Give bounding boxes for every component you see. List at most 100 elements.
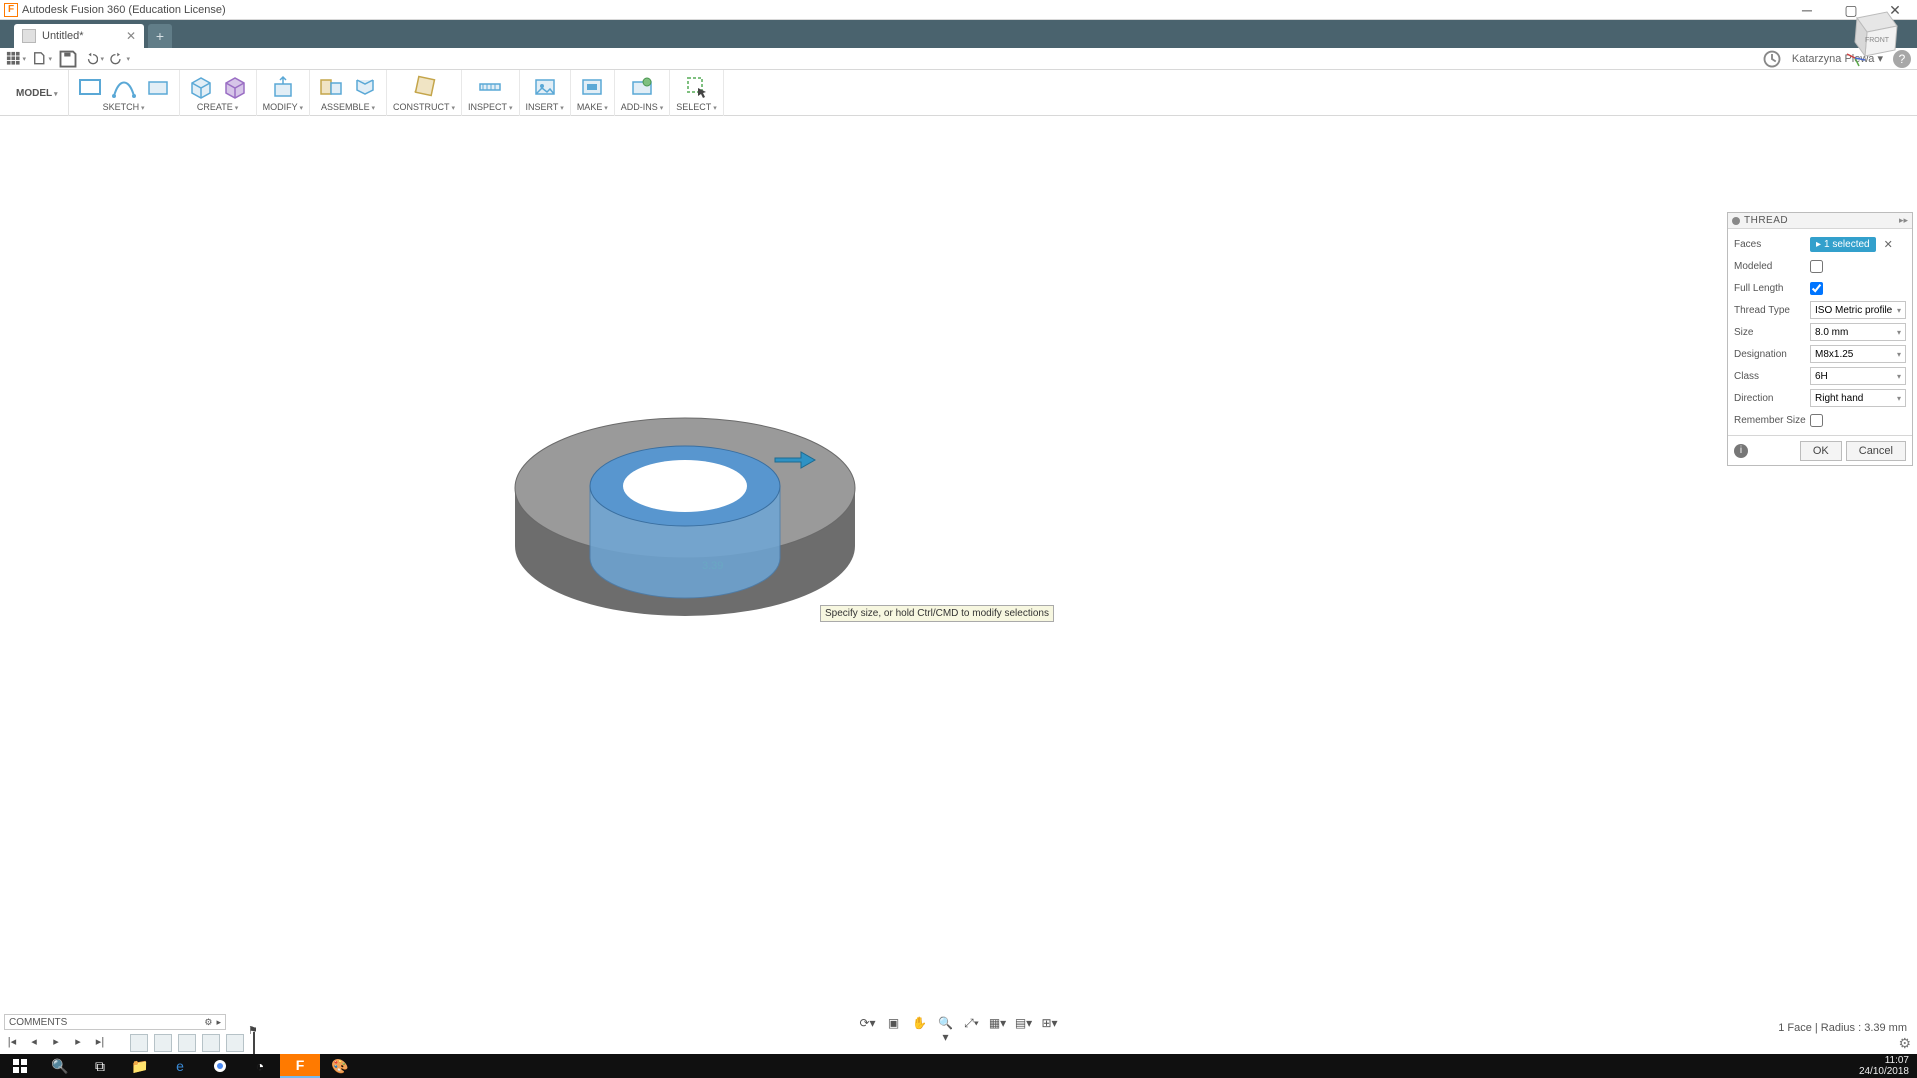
- modeled-checkbox[interactable]: [1810, 260, 1823, 273]
- ribbon-group-modify[interactable]: MODIFY: [257, 70, 310, 116]
- file-menu-button[interactable]: [32, 50, 52, 68]
- ribbon-group-addins[interactable]: ADD-INS: [615, 70, 670, 116]
- timeline-start-button[interactable]: |◂: [4, 1035, 20, 1051]
- grid-button[interactable]: ▤▾: [1014, 1016, 1034, 1034]
- dimension-label: 3.39: [702, 560, 723, 572]
- job-status-icon[interactable]: [1762, 50, 1782, 68]
- row-thread-type: Thread Type ISO Metric profile: [1734, 299, 1906, 321]
- workspace-switcher[interactable]: MODEL: [6, 70, 69, 116]
- pan-button[interactable]: ✋: [910, 1016, 930, 1034]
- assemble-joint-icon[interactable]: [350, 73, 380, 101]
- full-length-checkbox[interactable]: [1810, 282, 1823, 295]
- timeline-settings-icon[interactable]: ⚙: [1898, 1035, 1911, 1052]
- create-extrude-icon[interactable]: [220, 73, 250, 101]
- modify-presspull-icon[interactable]: [268, 73, 298, 101]
- save-button[interactable]: [58, 50, 78, 68]
- ribbon-group-make[interactable]: MAKE: [571, 70, 615, 116]
- orbit-button[interactable]: ⟳▾: [858, 1016, 878, 1034]
- timeline-play-button[interactable]: ▸: [48, 1035, 64, 1051]
- select-window-icon[interactable]: [682, 73, 712, 101]
- system-tray[interactable]: 11:07 24/10/2018: [1859, 1055, 1917, 1077]
- task-view-button[interactable]: ⧉: [80, 1054, 120, 1078]
- ribbon-label-addins: ADD-INS: [621, 102, 663, 112]
- sketch-plane-icon[interactable]: [143, 73, 173, 101]
- ribbon-group-inspect[interactable]: INSPECT: [462, 70, 519, 116]
- fusion-taskbar-icon[interactable]: F: [280, 1054, 320, 1078]
- sketch-rectangle-icon[interactable]: [75, 73, 105, 101]
- size-dropdown[interactable]: 8.0 mm: [1810, 323, 1906, 341]
- app-icon[interactable]: ◔: [240, 1054, 280, 1078]
- ribbon-group-construct[interactable]: CONSTRUCT: [387, 70, 462, 116]
- explorer-icon[interactable]: 📁: [120, 1054, 160, 1078]
- ribbon-label-create: CREATE: [197, 102, 238, 112]
- panel-pin-icon[interactable]: ▸▸: [1899, 215, 1908, 226]
- redo-button[interactable]: [110, 50, 130, 68]
- zoom-button[interactable]: 🔍▾: [936, 1016, 956, 1034]
- timeline-feature[interactable]: [178, 1034, 196, 1052]
- ribbon-label-modify: MODIFY: [263, 102, 303, 112]
- ribbon-toolbar: MODEL SKETCH CREATE MODIFY ASSEMBLE: [0, 70, 1917, 116]
- chrome-icon[interactable]: [200, 1054, 240, 1078]
- ribbon-group-insert[interactable]: INSERT: [520, 70, 571, 116]
- start-button[interactable]: [0, 1054, 40, 1078]
- class-dropdown[interactable]: 6H: [1810, 367, 1906, 385]
- create-box-icon[interactable]: [186, 73, 216, 101]
- timeline-marker[interactable]: [250, 1032, 258, 1054]
- designation-label: Designation: [1734, 349, 1806, 360]
- look-at-button[interactable]: ▣: [884, 1016, 904, 1034]
- info-icon[interactable]: i: [1734, 444, 1748, 458]
- addins-store-icon[interactable]: [627, 73, 657, 101]
- timeline-feature[interactable]: [226, 1034, 244, 1052]
- thread-type-dropdown[interactable]: ISO Metric profile: [1810, 301, 1906, 319]
- display-button[interactable]: ▦▾: [988, 1016, 1008, 1034]
- ok-button[interactable]: OK: [1800, 441, 1842, 461]
- comments-settings-icon[interactable]: ⚙: [204, 1017, 212, 1028]
- app-title: Autodesk Fusion 360 (Education License): [22, 4, 226, 16]
- timeline-end-button[interactable]: ▸|: [92, 1035, 108, 1051]
- timeline-back-button[interactable]: ◂: [26, 1035, 42, 1051]
- ribbon-group-select[interactable]: SELECT: [670, 70, 723, 116]
- search-button[interactable]: 🔍: [40, 1054, 80, 1078]
- ribbon-group-assemble[interactable]: ASSEMBLE: [310, 70, 387, 116]
- panel-header[interactable]: THREAD ▸▸: [1728, 213, 1912, 229]
- document-tabstrip: Untitled* ✕ +: [0, 20, 1917, 48]
- designation-dropdown[interactable]: M8x1.25: [1810, 345, 1906, 363]
- remember-checkbox[interactable]: [1810, 414, 1823, 427]
- comments-panel[interactable]: COMMENTS ⚙ ▸: [4, 1014, 226, 1030]
- viewport-button[interactable]: ⊞▾: [1040, 1016, 1060, 1034]
- timeline-fwd-button[interactable]: ▸: [70, 1035, 86, 1051]
- ribbon-label-select: SELECT: [676, 102, 716, 112]
- timeline-feature[interactable]: [202, 1034, 220, 1052]
- assemble-component-icon[interactable]: [316, 73, 346, 101]
- make-print-icon[interactable]: [577, 73, 607, 101]
- paint-icon[interactable]: 🎨: [320, 1054, 360, 1078]
- ribbon-group-create[interactable]: CREATE: [180, 70, 257, 116]
- row-designation: Designation M8x1.25: [1734, 343, 1906, 365]
- minimize-button[interactable]: ─: [1785, 0, 1829, 20]
- model-geometry: [505, 378, 865, 638]
- undo-button[interactable]: [84, 50, 104, 68]
- nav-toolbar: ⟳▾ ▣ ✋ 🔍▾ ⤢▾ ▦▾ ▤▾ ⊞▾: [858, 1016, 1060, 1034]
- timeline-feature[interactable]: [130, 1034, 148, 1052]
- sketch-line-icon[interactable]: [109, 73, 139, 101]
- timeline-feature[interactable]: [154, 1034, 172, 1052]
- comments-expand-icon[interactable]: ▸: [216, 1017, 221, 1028]
- edge-icon[interactable]: e: [160, 1054, 200, 1078]
- insert-decal-icon[interactable]: [530, 73, 560, 101]
- tab-close-icon[interactable]: ✕: [126, 29, 136, 43]
- window-titlebar: F Autodesk Fusion 360 (Education License…: [0, 0, 1917, 20]
- direction-dropdown[interactable]: Right hand: [1810, 389, 1906, 407]
- data-panel-button[interactable]: [6, 50, 26, 68]
- direction-label: Direction: [1734, 393, 1806, 404]
- faces-clear-icon[interactable]: ✕: [1884, 238, 1893, 251]
- viewcube[interactable]: FRONT: [1837, 0, 1907, 70]
- construct-plane-icon[interactable]: [409, 73, 439, 101]
- inspect-measure-icon[interactable]: [475, 73, 505, 101]
- fit-button[interactable]: ⤢▾: [962, 1016, 982, 1034]
- new-tab-button[interactable]: +: [148, 24, 172, 48]
- document-tab[interactable]: Untitled* ✕: [14, 24, 144, 48]
- ribbon-group-sketch[interactable]: SKETCH: [69, 70, 180, 116]
- cancel-button[interactable]: Cancel: [1846, 441, 1906, 461]
- viewport[interactable]: 3.39 Specify size, or hold Ctrl/CMD to m…: [0, 118, 1917, 1036]
- faces-selection-badge[interactable]: ▸ 1 selected: [1810, 237, 1876, 252]
